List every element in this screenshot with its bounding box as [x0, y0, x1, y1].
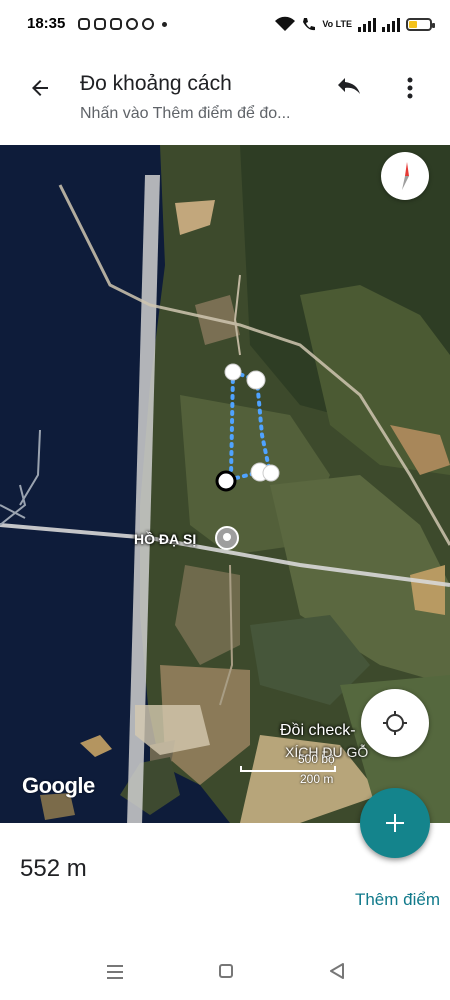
place-label[interactable]: HỒ ĐẠ SỊ: [134, 531, 196, 547]
arrow-back-icon: [32, 80, 48, 96]
back-button[interactable]: [22, 70, 58, 106]
status-time: 18:35: [27, 15, 66, 32]
notification-icons: [78, 17, 167, 31]
page-title: Đo khoảng cách: [80, 72, 232, 95]
compass-button[interactable]: [381, 152, 429, 200]
chrome-icon: [142, 18, 154, 30]
poi-label[interactable]: Đồi check-: [280, 722, 356, 740]
add-point-button[interactable]: Thêm điểm: [355, 890, 440, 910]
call-icon: [303, 18, 316, 31]
instagram-icon: [78, 18, 90, 30]
system-status: Vo LTE: [274, 14, 435, 34]
chrome-icon: [126, 18, 138, 30]
status-bar: 18:35 Vo LTE: [0, 0, 450, 50]
map-scale: 500 bộ 200 m: [240, 752, 340, 788]
wifi-icon: [275, 16, 296, 31]
undo-icon: [338, 78, 360, 94]
compass-icon: [402, 162, 409, 190]
volte-icon: Vo LTE: [322, 18, 352, 29]
scale-meters-label: 200 m: [300, 772, 334, 786]
plus-icon: [386, 814, 404, 832]
add-point-fab[interactable]: [360, 788, 430, 858]
recent-apps-icon[interactable]: [107, 965, 123, 979]
nav-back-icon[interactable]: [329, 963, 345, 979]
distance-readout: 552 m: [20, 855, 87, 882]
my-location-icon: [383, 711, 407, 735]
place-pin-icon[interactable]: [214, 525, 240, 551]
undo-button[interactable]: [332, 70, 368, 106]
signal-icon: [358, 16, 376, 32]
signal-icon: [382, 16, 400, 32]
app-bar: Đo khoảng cách Nhấn vào Thêm điểm để đo.…: [0, 50, 450, 145]
scale-feet-label: 500 bộ: [298, 752, 335, 766]
more-options-button[interactable]: [392, 70, 428, 106]
more-vert-icon: [407, 77, 413, 99]
my-location-button[interactable]: [361, 689, 429, 757]
page-subtitle: Nhấn vào Thêm điểm để đo...: [80, 105, 291, 122]
system-nav-bar: [0, 945, 450, 1000]
instagram-icon: [94, 18, 106, 30]
home-icon[interactable]: [219, 964, 233, 978]
satellite-map[interactable]: HỒ ĐẠ SỊ Đồi check- XÍCH ĐU GỖ 500 bộ 20…: [0, 145, 450, 823]
battery-icon: [406, 17, 435, 31]
instagram-icon: [110, 18, 122, 30]
google-logo: Google: [22, 773, 95, 798]
more-notifications-dot-icon: [162, 21, 167, 27]
